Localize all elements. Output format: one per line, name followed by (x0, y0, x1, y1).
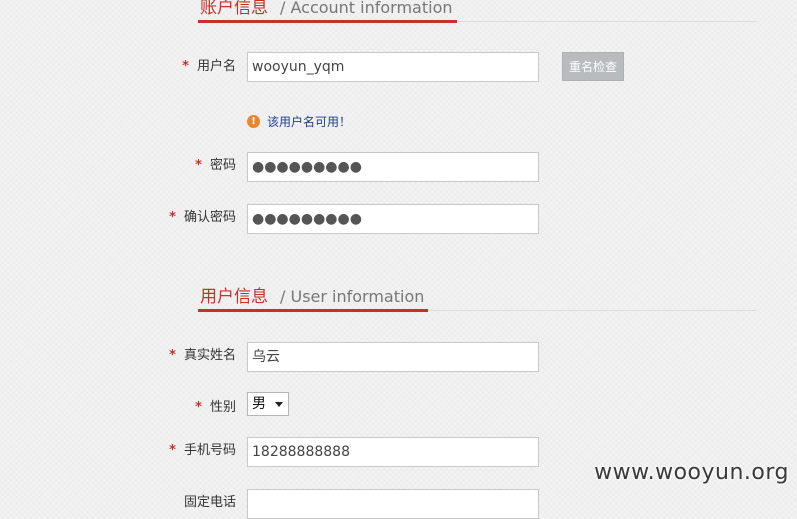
chevron-down-icon (275, 402, 283, 407)
confirm-password-input[interactable]: ●●●●●●●●● (247, 204, 539, 234)
user-info-title-cn: 用户信息 (200, 287, 268, 307)
account-info-title: 账户信息 / Account information (198, 0, 457, 23)
required-marker: * (182, 59, 189, 74)
username-available-text: 该用户名可用！ (267, 115, 352, 129)
mobile-label: * 手机号码 (0, 439, 236, 458)
username-label-text: 用户名 (196, 59, 236, 74)
real-name-label: * 真实姓名 (0, 344, 236, 363)
real-name-input[interactable]: 乌云 (247, 342, 539, 372)
required-marker: * (169, 348, 176, 363)
username-label: * 用户名 (0, 55, 236, 74)
real-name-label-text: 真实姓名 (183, 348, 236, 363)
landline-label-text: 固定电话 (183, 495, 236, 510)
gender-label-text: 性别 (209, 400, 236, 415)
gender-select[interactable]: 男 (247, 392, 289, 416)
landline-label: 固定电话 (0, 491, 236, 510)
account-info-title-en: / Account information (280, 0, 453, 17)
username-input[interactable]: wooyun_yqm (247, 52, 539, 82)
password-label-text: 密码 (209, 158, 236, 173)
info-icon: ! (247, 115, 260, 128)
confirm-password-label-text: 确认密码 (183, 210, 236, 225)
gender-label: * 性别 (0, 396, 236, 415)
user-info-title-en: / User information (280, 287, 425, 306)
duplicate-check-button[interactable]: 重名检查 (562, 52, 624, 81)
gender-selected-value: 男 (252, 396, 266, 412)
mobile-label-text: 手机号码 (183, 443, 236, 458)
password-label: * 密码 (0, 154, 236, 173)
required-marker: * (169, 210, 176, 225)
landline-input[interactable] (247, 489, 539, 519)
required-marker: * (195, 158, 202, 173)
user-info-header: 用户信息 / User information (198, 280, 756, 312)
required-marker: * (195, 400, 202, 415)
watermark: www.wooyun.org (594, 460, 789, 485)
confirm-password-label: * 确认密码 (0, 206, 236, 225)
account-info-title-cn: 账户信息 (200, 0, 268, 18)
mobile-input[interactable]: 18288888888 (247, 437, 539, 467)
username-available-hint: ! 该用户名可用！ (247, 113, 351, 131)
password-input[interactable]: ●●●●●●●●● (247, 152, 539, 182)
user-info-title: 用户信息 / User information (198, 282, 429, 312)
account-info-header: 账户信息 / Account information (198, 0, 756, 23)
required-marker: * (169, 443, 176, 458)
